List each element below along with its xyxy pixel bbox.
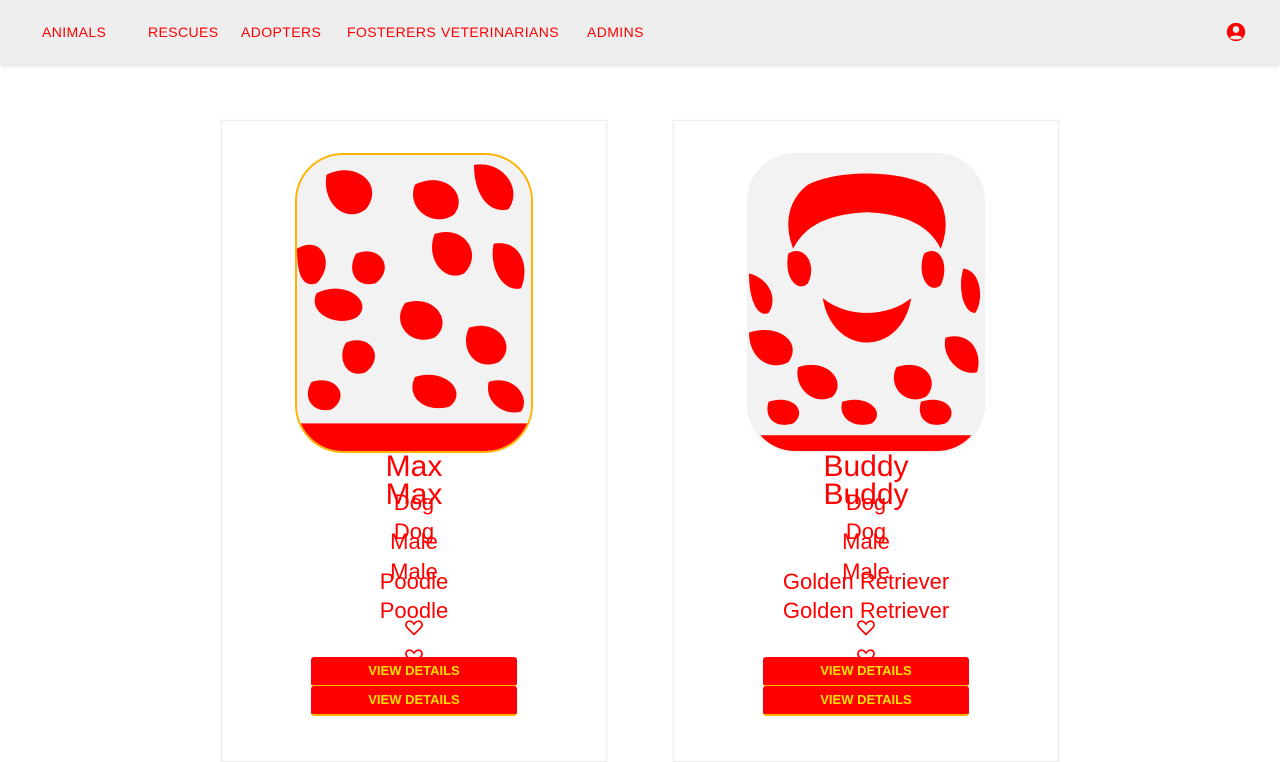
animal-gender: Male xyxy=(842,529,890,554)
animal-gender: Male xyxy=(390,529,438,554)
top-app-bar: Animals Rescues Adopters Fosterers Veter… xyxy=(0,0,1280,64)
animal-card: Max Max Dog Dog Male Male Poodle Poodle … xyxy=(221,120,607,762)
nav-link-admins[interactable]: Admins xyxy=(587,24,644,40)
view-details-button[interactable]: View Details xyxy=(763,657,969,687)
animal-card: Buddy Buddy Dog Dog Male Male Golden Ret… xyxy=(673,120,1059,762)
animal-photo xyxy=(295,153,533,453)
animal-species: Dog xyxy=(393,490,435,515)
animal-species: Dog xyxy=(845,490,887,515)
view-details-button[interactable]: View Details xyxy=(311,657,517,687)
animal-breed: Poodle xyxy=(379,569,449,594)
view-details-button-duplicate[interactable]: View Details xyxy=(311,686,517,716)
golden-retriever-photo-illustration xyxy=(749,155,983,451)
nav-link-fosterers[interactable]: Fosterers xyxy=(347,24,436,40)
favorite-heart-icon[interactable] xyxy=(856,617,876,637)
animal-photo xyxy=(747,153,985,453)
animal-breed: Golden Retriever xyxy=(782,569,950,594)
nav-link-animals[interactable]: Animals xyxy=(42,24,106,40)
nav-link-veterinarians[interactable]: Veterinarians xyxy=(441,24,559,40)
nav-link-adopters[interactable]: Adopters xyxy=(241,24,321,40)
account-circle-icon[interactable] xyxy=(1226,22,1246,42)
poodle-photo-illustration xyxy=(297,155,531,451)
view-details-button-duplicate[interactable]: View Details xyxy=(763,686,969,716)
favorite-heart-icon[interactable] xyxy=(404,617,424,637)
nav-link-rescues[interactable]: Rescues xyxy=(148,24,218,40)
